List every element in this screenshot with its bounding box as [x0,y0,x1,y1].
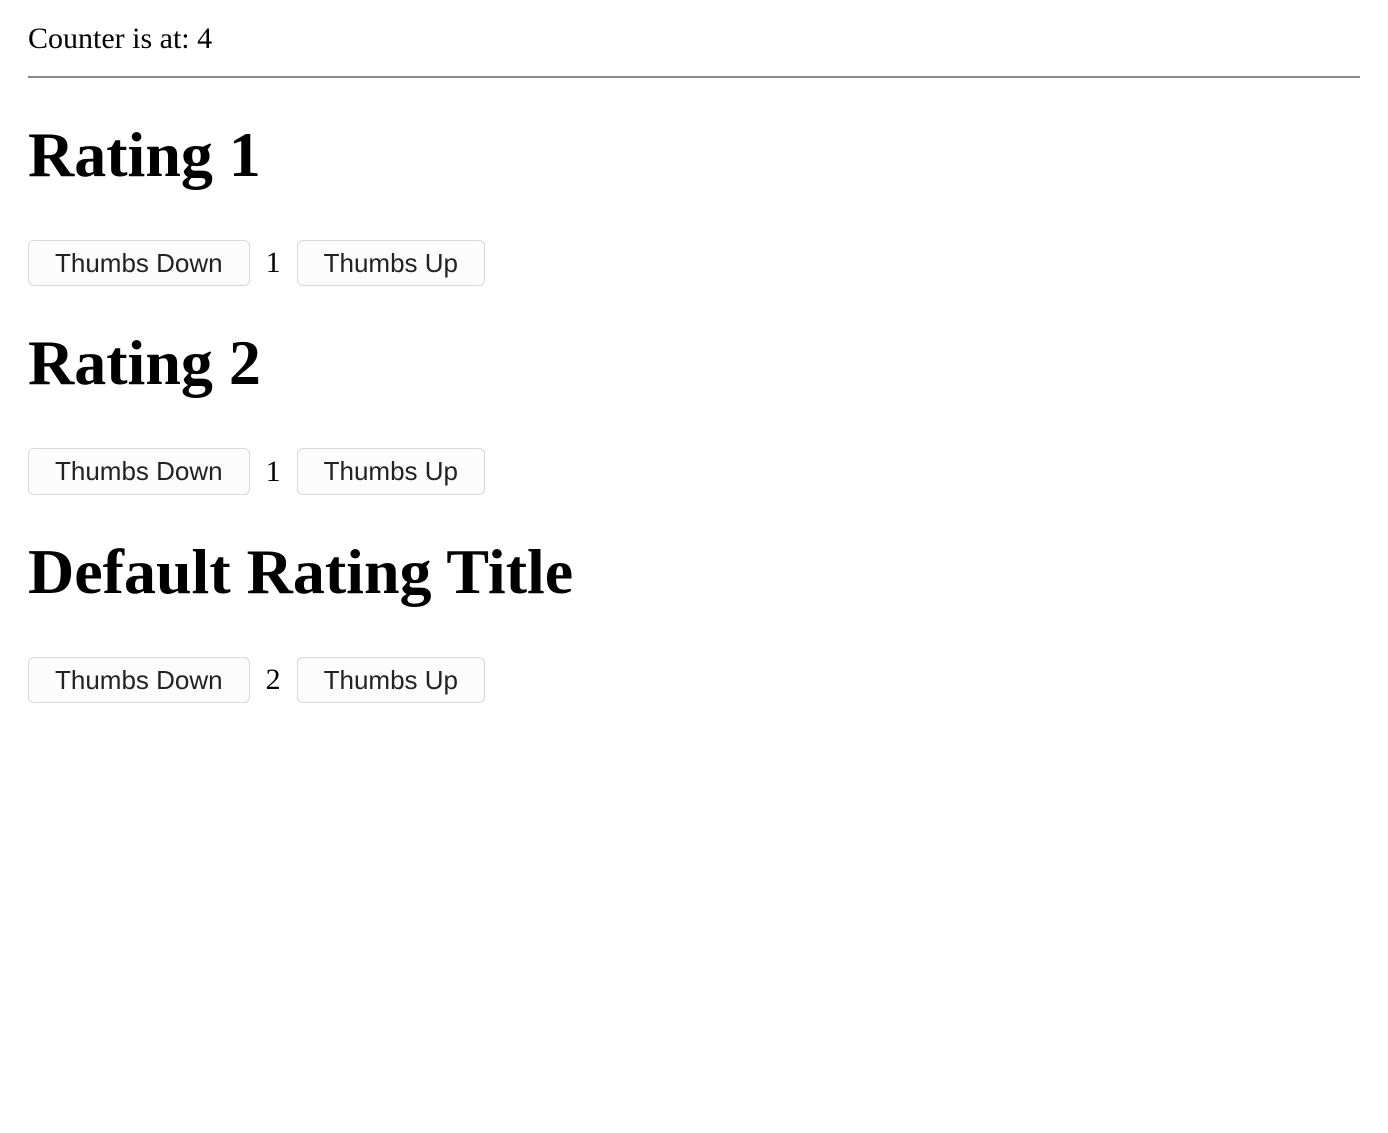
rating-controls-1: Thumbs Down 1 Thumbs Up [28,240,1360,286]
rating-controls-2: Thumbs Down 1 Thumbs Up [28,448,1360,494]
rating-value-3: 2 [264,663,283,697]
counter-status: Counter is at: 4 [28,22,1360,56]
counter-value: 4 [197,22,212,55]
rating-value-2: 1 [264,455,283,489]
thumbs-up-button[interactable]: Thumbs Up [297,240,485,286]
thumbs-down-button[interactable]: Thumbs Down [28,240,250,286]
rating-value-1: 1 [264,246,283,280]
rating-controls-3: Thumbs Down 2 Thumbs Up [28,657,1360,703]
thumbs-down-button[interactable]: Thumbs Down [28,657,250,703]
divider [28,76,1360,78]
rating-title-1: Rating 1 [28,118,1360,192]
thumbs-down-button[interactable]: Thumbs Down [28,448,250,494]
thumbs-up-button[interactable]: Thumbs Up [297,657,485,703]
counter-label: Counter is at: [28,22,197,55]
rating-title-3: Default Rating Title [28,535,1360,609]
rating-title-2: Rating 2 [28,326,1360,400]
thumbs-up-button[interactable]: Thumbs Up [297,448,485,494]
